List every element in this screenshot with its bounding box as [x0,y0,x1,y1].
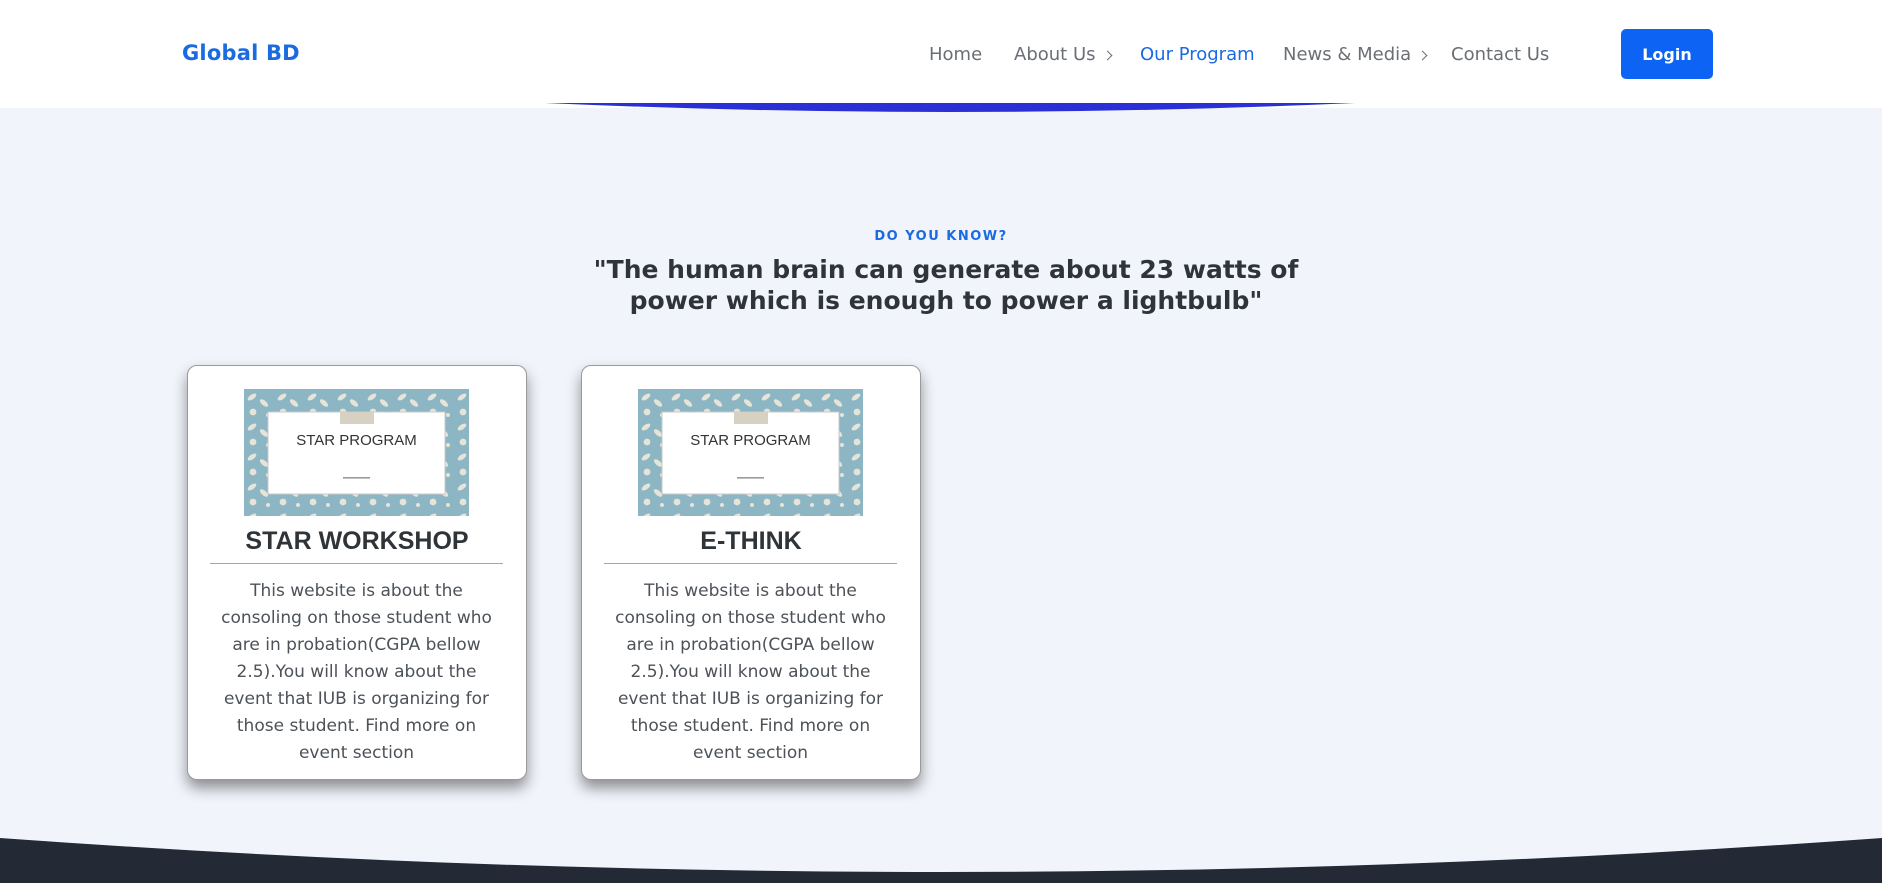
card-divider [210,563,503,564]
nav-contact-us-label: Contact Us [1451,44,1550,65]
nav-our-program-label: Our Program [1140,44,1255,65]
footer-wave [0,838,1882,883]
program-card-image-text: STAR PROGRAM [690,432,811,449]
header-accent-curve [545,103,1355,112]
program-card-title: E-THINK [700,527,802,555]
program-card-image: STAR PROGRAM [244,389,469,516]
program-card[interactable]: STAR PROGRAM E-THINK This website is abo… [581,365,921,780]
login-button[interactable]: Login [1621,29,1713,79]
program-card-description: This website is about the consoling on t… [615,581,886,763]
nav-our-program[interactable]: Our Program [1140,44,1255,65]
program-card-image: STAR PROGRAM [638,389,863,516]
program-card[interactable]: STAR PROGRAM STAR WORKSHOP This website … [187,365,527,780]
site-header: Global BD Home About Us Our Program News… [0,0,1882,108]
card-divider [604,563,897,564]
nav-news-media-label: News & Media [1283,44,1412,65]
chevron-right-icon [1102,50,1112,60]
nav-home[interactable]: Home [929,44,982,65]
brand-logo[interactable]: Global BD [182,41,300,65]
fact-quote: "The human brain can generate about 23 w… [593,255,1299,315]
nav-about-us-label: About Us [1014,44,1096,65]
nav-news-media[interactable]: News & Media [1283,44,1428,65]
fact-kicker: DO YOU KNOW? [874,229,1008,244]
program-card-title: STAR WORKSHOP [245,527,469,555]
program-card-description: This website is about the consoling on t… [221,581,492,763]
nav-contact-us[interactable]: Contact Us [1451,44,1549,65]
nav-home-label: Home [929,44,983,65]
chevron-right-icon [1417,50,1428,60]
nav-about-us[interactable]: About Us [1014,44,1112,65]
program-card-image-text: STAR PROGRAM [296,432,417,449]
